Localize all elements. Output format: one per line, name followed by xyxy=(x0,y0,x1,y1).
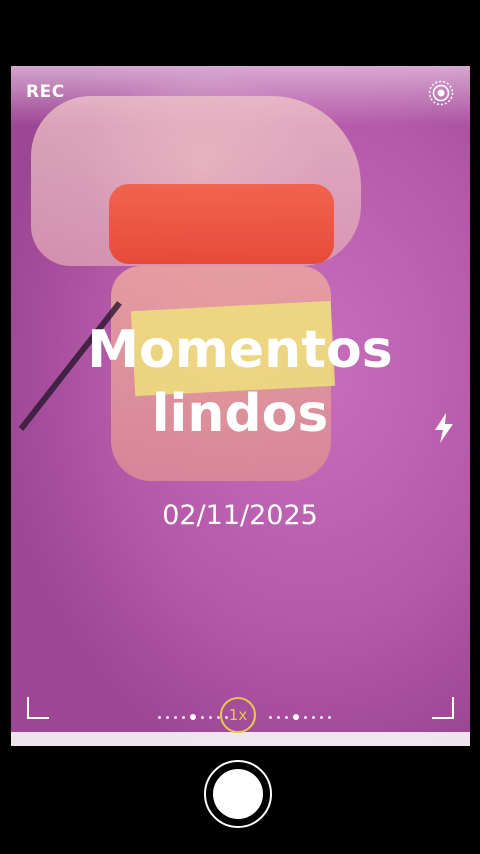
zoom-tick xyxy=(312,715,315,719)
shutter-button-inner[interactable] xyxy=(213,769,263,819)
framing-corner-bottom-left xyxy=(27,697,49,719)
zoom-tick xyxy=(269,715,272,719)
zoom-tick xyxy=(320,715,323,719)
zoom-scale-left[interactable] xyxy=(158,714,228,720)
zoom-tick xyxy=(304,715,307,719)
status-bar xyxy=(0,0,480,66)
zoom-tick xyxy=(328,715,331,719)
photo-subject-jar-lid xyxy=(109,184,334,264)
zoom-tick xyxy=(174,715,177,719)
zoom-tick xyxy=(209,715,212,719)
framing-corner-bottom-right xyxy=(432,697,454,719)
shutter-button[interactable] xyxy=(204,760,272,828)
live-photo-icon[interactable] xyxy=(428,80,454,106)
zoom-tick xyxy=(277,715,280,719)
zoom-tick-major xyxy=(190,714,196,720)
zoom-tick xyxy=(285,715,288,719)
zoom-tick xyxy=(158,715,161,719)
overlay-date: 02/11/2025 xyxy=(162,500,318,531)
zoom-tick xyxy=(182,715,185,719)
viewfinder-bottom-edge xyxy=(11,732,470,746)
flash-icon[interactable] xyxy=(432,412,456,444)
zoom-scale-right[interactable] xyxy=(269,714,331,720)
rec-indicator: REC xyxy=(26,82,65,102)
overlay-title: Momentos lindos xyxy=(87,320,393,444)
zoom-button[interactable]: 1x xyxy=(220,697,256,733)
zoom-tick-major xyxy=(293,714,299,720)
zoom-tick xyxy=(201,715,204,719)
zoom-tick xyxy=(166,715,169,719)
